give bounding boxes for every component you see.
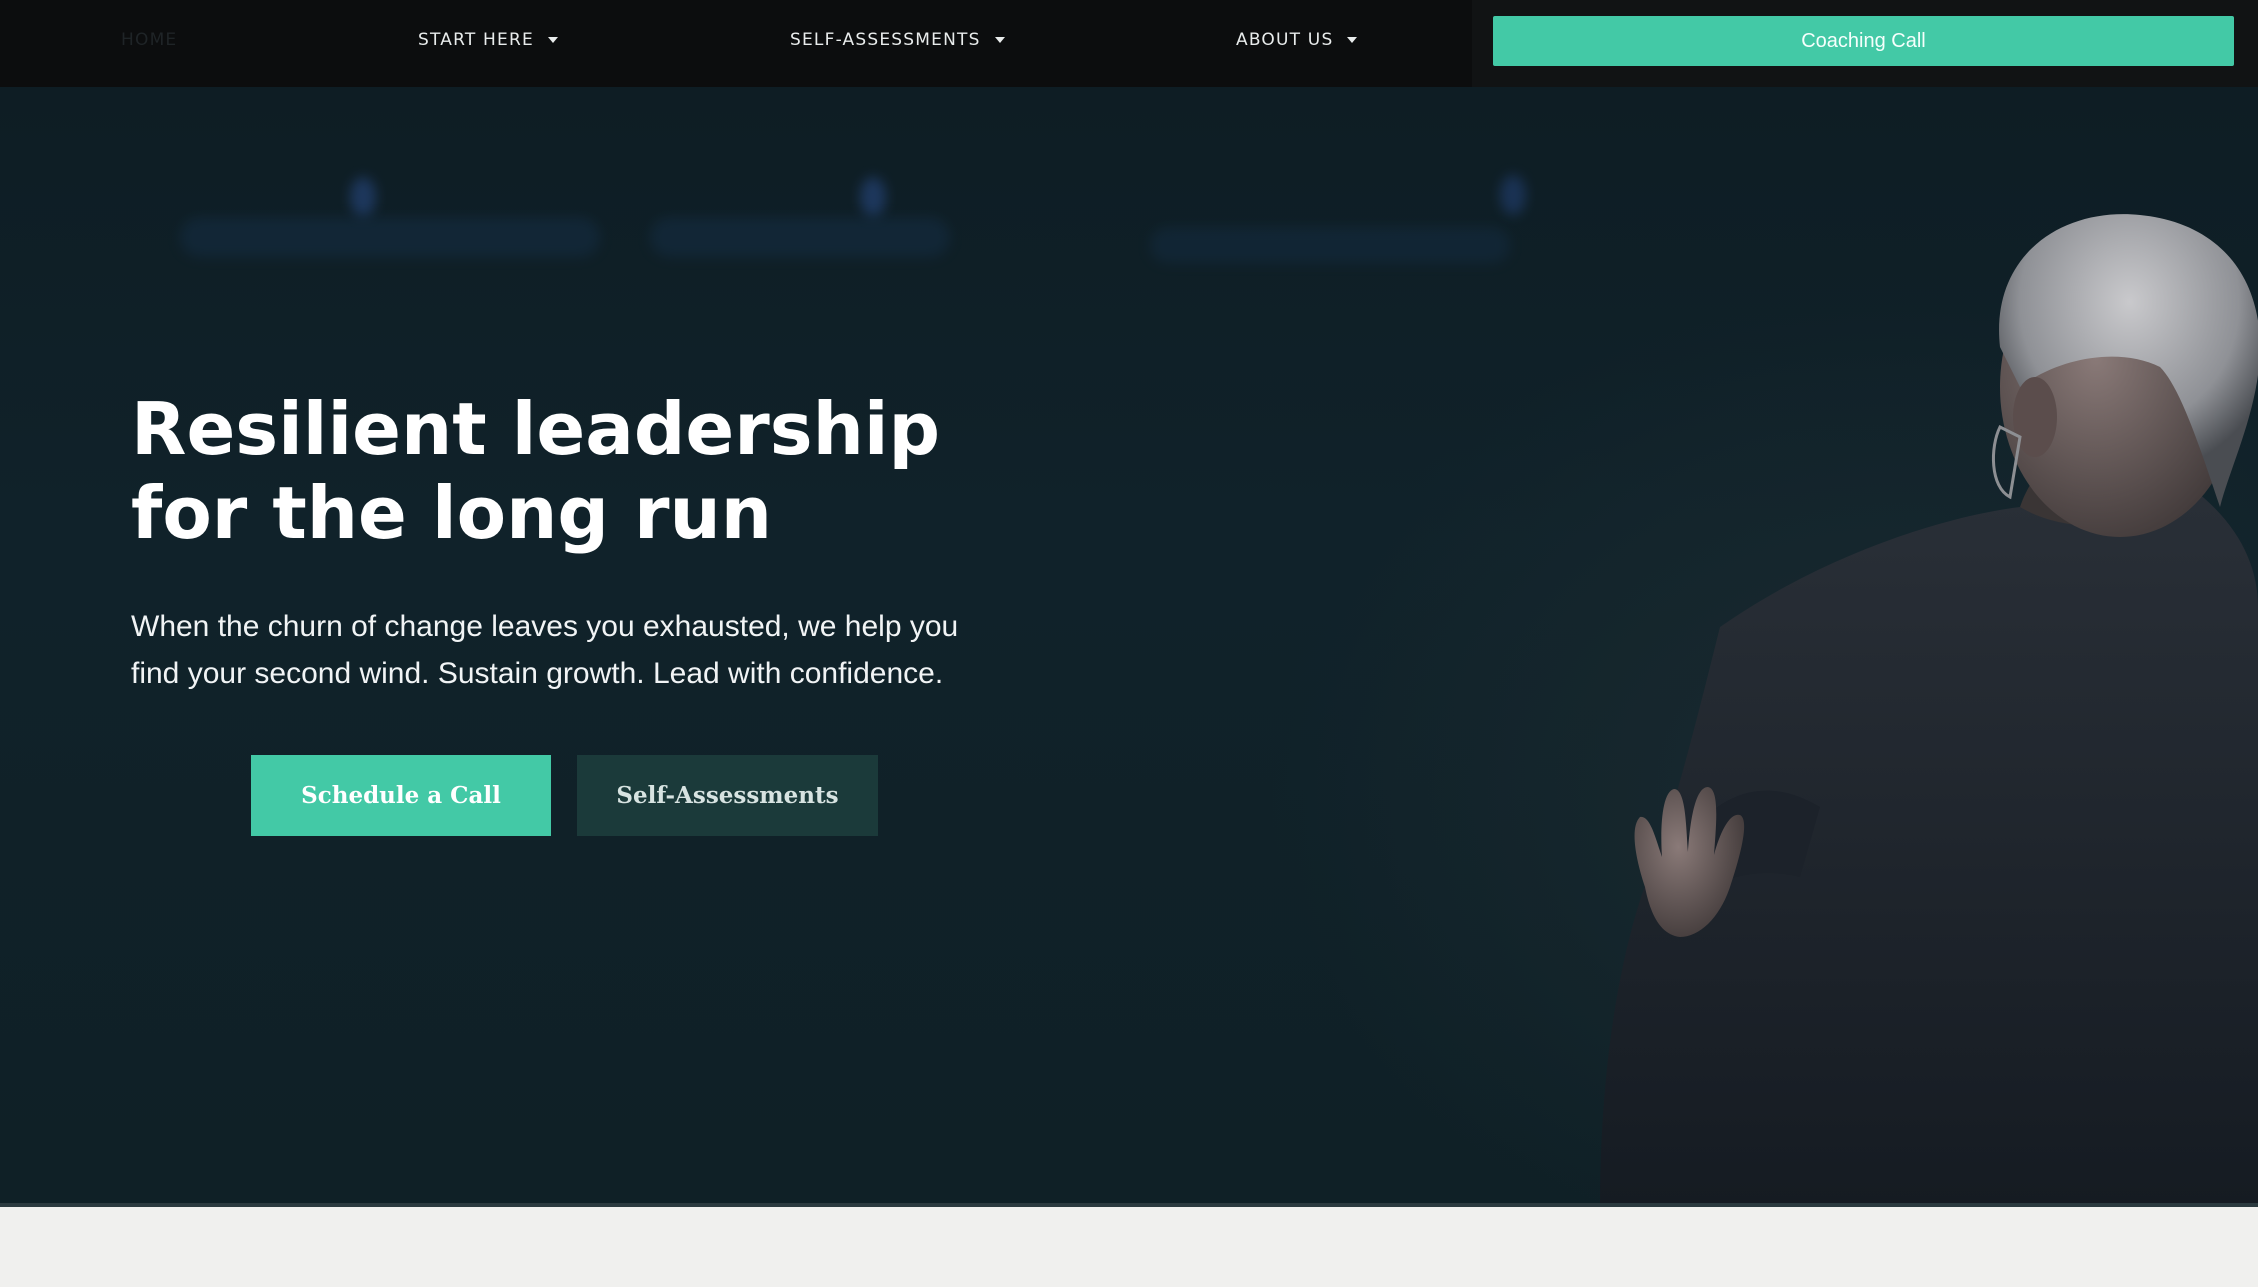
page: HOME START HERE SELF-ASSESSMENTS ABOUT U… [0,0,2258,1287]
nav-item-label: START HERE [418,30,534,50]
nav-item-about-us[interactable]: ABOUT US [1236,0,1358,80]
caret-down-icon [994,37,1005,43]
hero-subtitle: When the churn of change leaves you exha… [131,610,959,690]
background-light [350,177,376,217]
speaker-image [1600,214,2258,1207]
background-light [180,217,600,257]
schedule-call-button[interactable]: Schedule a Call [251,755,551,836]
nav-item-home[interactable]: HOME [121,0,177,80]
hero-divider [0,1203,2258,1207]
caret-down-icon [547,37,558,43]
nav-item-label: ABOUT US [1236,30,1334,50]
caret-down-icon [1347,37,1358,43]
self-assessments-button[interactable]: Self-Assessments [577,755,878,836]
coaching-call-button[interactable]: Coaching Call [1493,16,2234,66]
nav-item-label: SELF-ASSESSMENTS [790,30,981,50]
hero-title: Resilient leadership for the long run [131,387,941,555]
nav-item-label: HOME [121,30,178,50]
background-light [650,217,950,257]
next-section-strip [0,1210,2258,1287]
background-light [860,177,886,217]
hero-section: Resilient leadership for the long run Wh… [0,87,2258,1207]
nav-item-self-assessments[interactable]: SELF-ASSESSMENTS [790,0,1005,80]
top-navigation: HOME START HERE SELF-ASSESSMENTS ABOUT U… [0,0,1472,87]
nav-item-start-here[interactable]: START HERE [418,0,558,80]
